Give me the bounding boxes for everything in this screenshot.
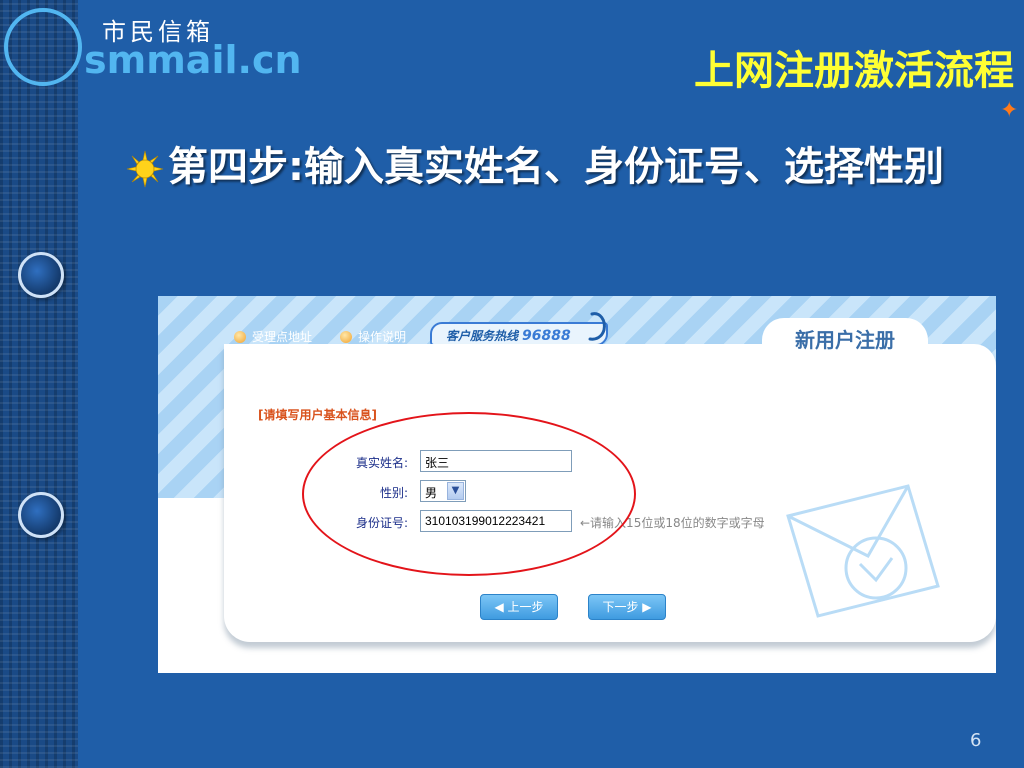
decorative-side-strip <box>0 0 78 768</box>
orange-dot-icon <box>234 331 246 343</box>
form-card: [请填写用户基本信息] 真实姓名: 张三 性别: 男 ▼ 身份证号: 31010… <box>224 344 996 642</box>
prev-step-button[interactable]: ◀ 上一步 <box>480 594 558 620</box>
link-service-points[interactable]: 受理点地址 <box>234 328 312 345</box>
orange-dot-icon <box>340 331 352 343</box>
next-step-button[interactable]: 下一步 ▶ <box>588 594 666 620</box>
registration-screenshot: 受理点地址 操作说明 客户服务热线 96888 [请填写用户基本信息] 真实姓名:… <box>158 296 996 673</box>
sparkle-icon: ✦ <box>1000 98 1019 123</box>
envelope-watermark-icon <box>786 484 940 618</box>
hotline-label: 客户服务热线 <box>446 329 519 343</box>
sun-bullet-icon <box>126 150 164 188</box>
section-label: [请填写用户基本信息] <box>258 408 377 422</box>
smmail-logo: 市民信箱 smmail.cn <box>4 4 324 86</box>
link-instructions[interactable]: 操作说明 <box>340 328 406 345</box>
step-heading: 第四步:输入真实姓名、身份证号、选择性别 <box>168 144 944 190</box>
highlight-ellipse <box>302 412 636 576</box>
page-number: 6 <box>970 730 982 751</box>
ring-icon <box>18 492 64 538</box>
tab-new-user-registration: 新用户注册 <box>762 318 928 358</box>
slide-title: 上网注册激活流程 <box>694 48 1014 94</box>
phone-icon <box>588 312 606 341</box>
logo-domain-text: smmail.cn <box>84 38 302 82</box>
hotline-number: 96888 <box>522 328 571 344</box>
mail-logo-icon <box>4 8 82 86</box>
hotline-banner: 客户服务热线 96888 <box>430 322 608 346</box>
ring-icon <box>18 252 64 298</box>
